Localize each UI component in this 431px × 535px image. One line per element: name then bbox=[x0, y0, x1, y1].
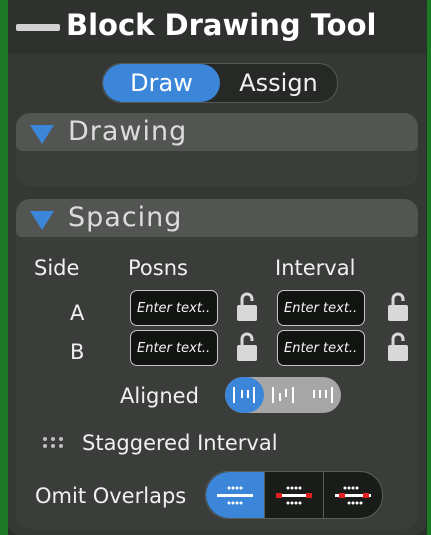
spacing-section-title: Spacing bbox=[68, 202, 183, 233]
assign-mode-button[interactable]: Assign bbox=[220, 64, 337, 102]
draw-mode-button[interactable]: Draw bbox=[103, 64, 220, 102]
expand-triangle-icon bbox=[30, 211, 54, 230]
omit-overlaps-label: Omit Overlaps bbox=[35, 484, 187, 508]
expand-triangle-icon bbox=[30, 125, 54, 144]
omit-none-option[interactable] bbox=[206, 472, 265, 518]
interval-b-input[interactable] bbox=[277, 330, 365, 366]
omit-overlaps-toggle bbox=[205, 471, 383, 519]
side-b-label: B bbox=[70, 340, 85, 364]
right-ticks-icon bbox=[312, 387, 333, 403]
interval-a-input[interactable] bbox=[277, 290, 365, 326]
unlocked-padlock-icon[interactable] bbox=[387, 291, 409, 323]
drawing-section-title: Drawing bbox=[68, 116, 188, 147]
viewport-edge-left bbox=[0, 0, 8, 535]
block-drawing-tool-panel: Block Drawing Tool Draw Assign Drawing S… bbox=[8, 0, 426, 535]
panel-title: Block Drawing Tool bbox=[66, 8, 377, 42]
mode-toggle: Draw Assign bbox=[102, 63, 338, 103]
interval-header: Interval bbox=[275, 256, 356, 280]
aligned-ticks-icon bbox=[233, 387, 256, 403]
staggered-option[interactable] bbox=[264, 377, 303, 413]
aligned-option[interactable] bbox=[225, 377, 264, 413]
grip-dots-icon[interactable] bbox=[42, 436, 66, 450]
posns-a-input[interactable] bbox=[130, 290, 218, 326]
aligned-toggle bbox=[225, 377, 341, 413]
staggered-interval-label: Staggered Interval bbox=[82, 431, 278, 455]
title-bar[interactable]: Block Drawing Tool bbox=[8, 0, 426, 54]
unlocked-padlock-icon[interactable] bbox=[387, 331, 409, 363]
posns-b-input[interactable] bbox=[130, 330, 218, 366]
unlocked-padlock-icon[interactable] bbox=[236, 291, 258, 323]
side-a-label: A bbox=[70, 301, 85, 325]
right-aligned-option[interactable] bbox=[302, 377, 341, 413]
minimize-icon[interactable] bbox=[16, 24, 60, 31]
posns-header: Posns bbox=[128, 256, 188, 280]
omit-overlap-icon bbox=[276, 486, 312, 505]
omit-overlap-option[interactable] bbox=[265, 472, 324, 518]
drawing-section-header[interactable]: Drawing bbox=[16, 113, 418, 151]
side-header: Side bbox=[34, 256, 80, 280]
omit-both-option[interactable] bbox=[324, 472, 382, 518]
omit-none-icon bbox=[217, 486, 253, 505]
spacing-section-header[interactable]: Spacing bbox=[16, 199, 418, 237]
omit-both-icon bbox=[335, 486, 371, 505]
aligned-label: Aligned bbox=[120, 384, 199, 408]
unlocked-padlock-icon[interactable] bbox=[236, 331, 258, 363]
staggered-ticks-icon bbox=[272, 387, 294, 403]
drawing-section: Drawing bbox=[16, 113, 418, 187]
viewport-edge-right bbox=[427, 0, 431, 535]
